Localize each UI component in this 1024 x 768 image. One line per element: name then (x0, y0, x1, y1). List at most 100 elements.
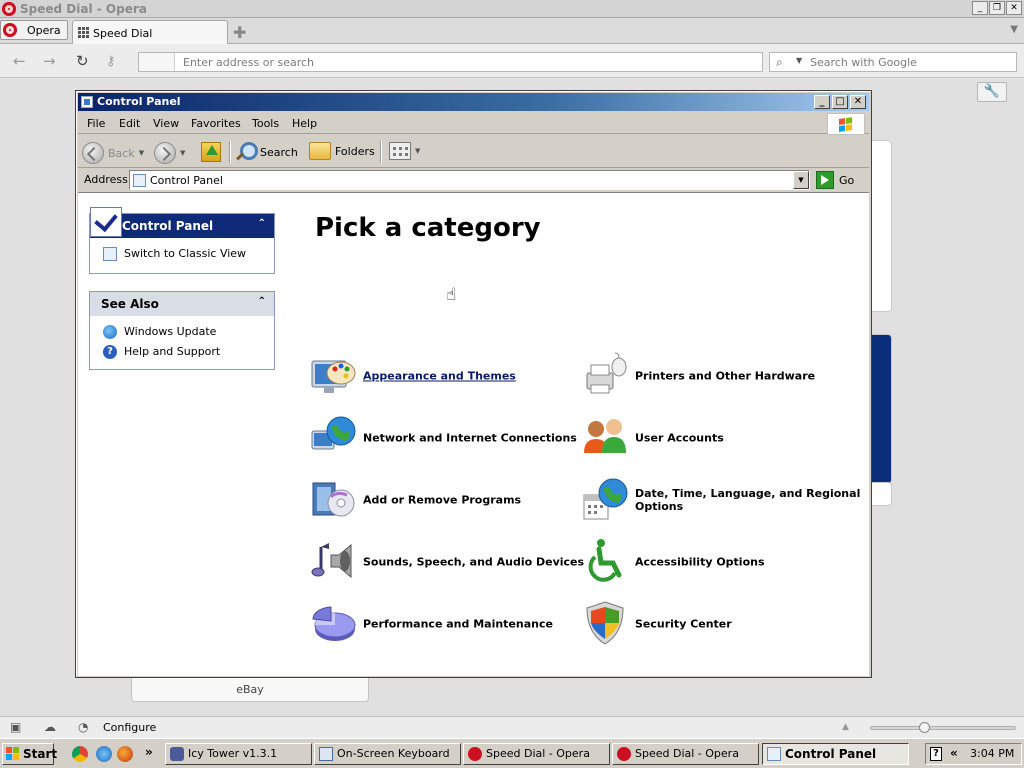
firefox-quicklaunch-icon[interactable] (117, 746, 133, 762)
category-performance-maintenance[interactable]: Performance and Maintenance (309, 599, 589, 649)
forward-arrow-icon[interactable]: → (43, 52, 56, 70)
menu-tools[interactable]: Tools (252, 117, 279, 130)
date-time-globe-icon (583, 478, 628, 520)
control-panel-panel-title: Control Panel (122, 219, 214, 233)
speedometer-icon[interactable]: ◔ (78, 720, 88, 734)
see-also-header[interactable]: See Also ⌃ (90, 292, 274, 316)
back-button[interactable]: Back ▼ (82, 142, 144, 164)
go-arrow-icon (816, 171, 834, 189)
back-dropdown-icon[interactable]: ▼ (139, 149, 144, 157)
help-support-link[interactable]: ? Help and Support (90, 342, 274, 362)
search-button[interactable]: Search (236, 142, 298, 162)
new-tab-plus-icon[interactable]: ✚ (233, 23, 246, 42)
taskbar-item-control-panel[interactable]: Control Panel (762, 743, 909, 765)
tab-menu-chevron-icon[interactable]: ▼ (1010, 24, 1018, 35)
cp-close-button[interactable]: ✕ (850, 95, 866, 109)
help-question-icon: ? (103, 345, 117, 359)
ie-quicklaunch-icon[interactable] (96, 746, 112, 762)
search-icon: ⌕ (776, 55, 783, 69)
tray-expand-chevron[interactable]: « (950, 746, 958, 760)
opera-menu-button[interactable]: Opera (0, 20, 68, 40)
opera-window-controls: _ ❐ ✕ (972, 1, 1022, 15)
control-panel-window: Control Panel _ □ ✕ File Edit View Favor… (75, 90, 872, 678)
speed-dial-settings-wrench-icon[interactable]: 🔧 (977, 82, 1007, 102)
reload-icon[interactable]: ↻ (76, 52, 89, 70)
date-time-language-label: Date, Time, Language, and Regional Optio… (635, 487, 861, 513)
up-folder-button[interactable] (201, 142, 221, 162)
classic-view-icon (103, 247, 117, 261)
taskbar-item-onscreen-keyboard[interactable]: On-Screen Keyboard (314, 743, 461, 765)
cp-maximize-button[interactable]: □ (832, 95, 848, 109)
taskbar-item-opera-2[interactable]: Speed Dial - Opera (612, 743, 759, 765)
windows-taskbar: Start » Icy Tower v1.3.1 On-Screen Keybo… (0, 738, 1024, 768)
back-arrow-icon[interactable]: ← (13, 52, 26, 70)
forward-button[interactable]: ▼ (154, 142, 185, 164)
opera-minimize-button[interactable]: _ (972, 1, 988, 15)
appearance-themes-label: Appearance and Themes (363, 369, 516, 383)
forward-dropdown-icon[interactable]: ▼ (180, 149, 185, 157)
category-appearance-themes[interactable]: Appearance and Themes (309, 351, 589, 401)
help-tray-icon[interactable]: ? (930, 747, 942, 761)
search-field[interactable]: ⌕ ▼ Search with Google (769, 52, 1017, 72)
tab-speed-dial[interactable]: Speed Dial (72, 20, 228, 44)
category-printers-hardware[interactable]: Printers and Other Hardware (581, 351, 861, 401)
windows-update-link[interactable]: Windows Update (90, 322, 274, 342)
go-button[interactable]: Go (816, 170, 866, 190)
zoom-slider-knob[interactable] (919, 722, 930, 733)
speed-dial-ebay-label[interactable]: eBay (131, 676, 369, 702)
taskbar-item-opera-1[interactable]: Speed Dial - Opera (463, 743, 610, 765)
opera-logo-icon (3, 23, 17, 37)
help-support-label: Help and Support (124, 345, 221, 358)
menu-help[interactable]: Help (292, 117, 317, 130)
address-placeholder: Enter address or search (183, 56, 315, 69)
windows-update-label: Windows Update (124, 325, 217, 338)
category-accessibility[interactable]: Accessibility Options (581, 537, 861, 587)
menu-view[interactable]: View (153, 117, 179, 130)
user-accounts-label: User Accounts (635, 431, 724, 445)
page-title: Pick a category (315, 213, 541, 243)
views-dropdown-icon[interactable]: ▼ (415, 147, 420, 155)
configure-label[interactable]: Configure (103, 721, 156, 734)
category-network-internet[interactable]: Network and Internet Connections (309, 413, 589, 463)
address-field[interactable]: Enter address or search (138, 52, 763, 72)
back-label: Back (108, 146, 135, 160)
address-dropdown[interactable] (139, 53, 175, 71)
menu-edit[interactable]: Edit (119, 117, 140, 130)
opera-status-bar: ▣ ☁ ◔ Configure ▲ (0, 716, 1024, 738)
key-icon[interactable]: ⚷ (106, 54, 116, 69)
menu-favorites[interactable]: Favorites (191, 117, 241, 130)
start-button[interactable]: Start (2, 743, 57, 765)
category-sounds-speech-audio[interactable]: Sounds, Speech, and Audio Devices (309, 537, 589, 587)
panel-toggle-icon[interactable]: ▣ (10, 720, 21, 734)
control-panel-titlebar[interactable]: Control Panel _ □ ✕ (78, 93, 869, 111)
category-security-center[interactable]: Security Center (581, 599, 861, 649)
cp-minimize-button[interactable]: _ (814, 95, 830, 109)
opera-close-button[interactable]: ✕ (1006, 1, 1022, 15)
address-dropdown-button[interactable]: ▼ (793, 171, 809, 189)
icy-tower-icon (170, 747, 184, 761)
cp-menubar: File Edit View Favorites Tools Help (78, 112, 869, 135)
zoom-triangle-icon: ▲ (842, 722, 849, 732)
folders-button[interactable]: Folders (309, 142, 375, 160)
switch-classic-view-link[interactable]: Switch to Classic View (90, 244, 274, 264)
taskbar-item-icy-tower[interactable]: Icy Tower v1.3.1 (165, 743, 312, 765)
category-user-accounts[interactable]: User Accounts (581, 413, 861, 463)
category-date-time-language[interactable]: Date, Time, Language, and Regional Optio… (581, 475, 861, 525)
cp-address-field[interactable]: Control Panel ▼ (129, 170, 810, 190)
opera-restore-button[interactable]: ❐ (989, 1, 1005, 15)
quicklaunch-more-chevron[interactable]: » (145, 745, 153, 759)
tab-label: Speed Dial (93, 27, 153, 40)
collapse-chevron-icon[interactable]: ⌃ (258, 296, 266, 307)
cloud-icon[interactable]: ☁ (44, 720, 56, 734)
opera-logo-icon (617, 747, 631, 761)
search-engine-dropdown-icon[interactable]: ▼ (796, 56, 802, 65)
opera-window-title: Speed Dial - Opera (20, 2, 147, 16)
views-button[interactable]: ▼ (389, 142, 420, 160)
category-add-remove-programs[interactable]: Add or Remove Programs (309, 475, 589, 525)
appearance-themes-icon (311, 360, 356, 393)
menu-file[interactable]: File (87, 117, 105, 130)
opera-logo-icon (468, 747, 482, 761)
zoom-slider[interactable] (870, 722, 1016, 733)
chrome-quicklaunch-icon[interactable] (72, 746, 88, 762)
collapse-chevron-icon[interactable]: ⌃ (258, 218, 266, 229)
